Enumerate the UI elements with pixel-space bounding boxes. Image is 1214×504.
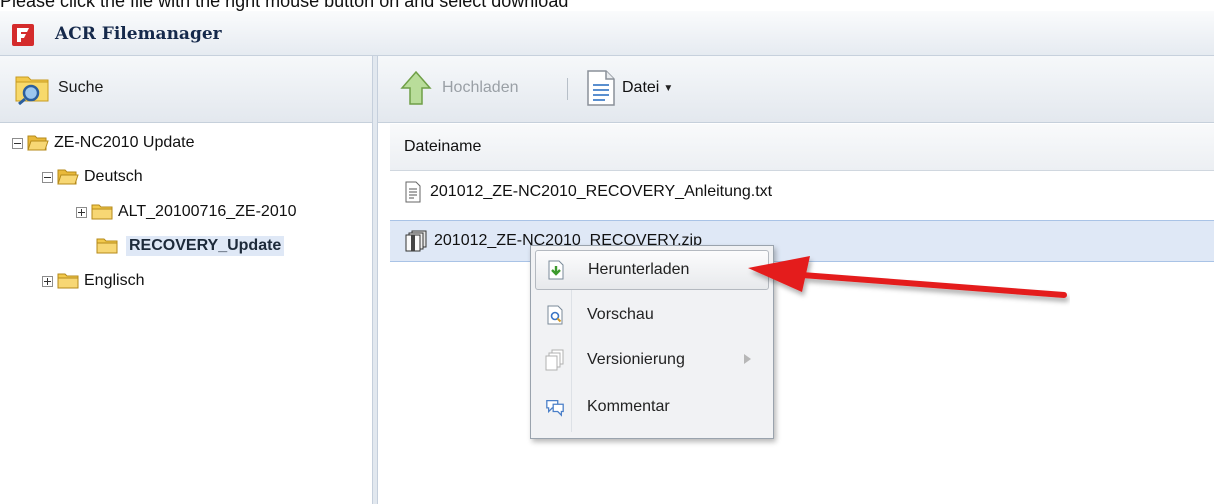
menu-item-label: Kommentar	[587, 398, 670, 415]
toolbar-separator	[567, 78, 568, 100]
document-icon	[587, 70, 615, 106]
collapse-icon[interactable]	[12, 137, 23, 149]
expand-icon[interactable]	[42, 275, 53, 287]
file-menu-button[interactable]: Datei ▼	[584, 66, 673, 110]
menu-item-download[interactable]: Herunterladen	[535, 250, 769, 290]
tree-label: ZE-NC2010 Update	[54, 134, 195, 151]
expand-icon[interactable]	[76, 206, 87, 218]
annotation-arrow-icon	[748, 256, 1067, 298]
column-header-filename[interactable]: Dateiname	[404, 138, 481, 156]
app-title: ACR Filemanager	[55, 24, 222, 44]
search-folder-icon	[15, 76, 49, 105]
tree-label-selected: RECOVERY_Update	[126, 236, 285, 256]
file-name: 201012_ZE-NC2010_RECOVERY_Anleitung.txt	[430, 183, 773, 200]
left-toolbar: Suche	[0, 56, 372, 123]
submenu-arrow-icon	[744, 354, 751, 364]
open-folder-icon	[27, 135, 49, 151]
instruction-text: Please click the file with the right mou…	[0, 0, 569, 11]
panel-splitter[interactable]	[372, 56, 378, 504]
comment-icon	[545, 397, 565, 417]
menu-item-label: Versionierung	[587, 351, 685, 368]
tree-label: ALT_20100716_ZE-2010	[118, 203, 297, 220]
tree-node-root[interactable]: ZE-NC2010 Update	[12, 131, 198, 155]
download-icon	[546, 260, 566, 280]
file-grid-header: Dateiname	[390, 124, 1214, 171]
text-file-icon	[405, 181, 421, 203]
search-button[interactable]: Suche	[14, 66, 103, 110]
app-logo-icon	[12, 24, 34, 46]
menu-item-label: Herunterladen	[588, 261, 690, 278]
tree-node-alt[interactable]: ALT_20100716_ZE-2010	[76, 200, 300, 224]
menu-item-versioning[interactable]: Versionierung	[535, 340, 769, 380]
versioning-icon	[545, 349, 565, 371]
upload-button[interactable]: Hochladen	[400, 68, 519, 108]
file-row[interactable]: 201012_ZE-NC2010_RECOVERY_Anleitung.txt	[390, 172, 1214, 212]
folder-tree-panel: Suche ZE-NC2010 Update Deutsch ALT_20100…	[0, 56, 373, 504]
tree-label: Deutsch	[84, 168, 143, 185]
window-titlebar: ACR Filemanager	[0, 11, 1214, 56]
file-toolbar: Hochladen Datei ▼	[378, 56, 1214, 123]
menu-item-comment[interactable]: Kommentar	[535, 387, 769, 427]
zip-file-icon	[405, 230, 427, 252]
menu-item-preview[interactable]: Vorschau	[535, 295, 769, 335]
file-menu-label: Datei	[622, 79, 660, 96]
folder-icon	[91, 204, 113, 220]
chevron-down-icon: ▼	[663, 82, 674, 94]
folder-icon	[96, 238, 118, 254]
collapse-icon[interactable]	[42, 171, 53, 183]
folder-icon	[57, 273, 79, 289]
upload-label: Hochladen	[442, 79, 519, 96]
tree-node-deutsch[interactable]: Deutsch	[42, 165, 146, 189]
open-folder-icon	[57, 169, 79, 185]
menu-item-label: Vorschau	[587, 306, 654, 323]
tree-label: Englisch	[84, 272, 145, 289]
preview-icon	[545, 305, 565, 325]
tree-node-englisch[interactable]: Englisch	[42, 269, 147, 293]
upload-arrow-icon	[400, 70, 432, 105]
context-menu: Herunterladen Vorschau Versionierung Kom…	[530, 245, 774, 439]
tree-node-recovery[interactable]: RECOVERY_Update	[96, 234, 285, 258]
search-label: Suche	[58, 79, 104, 96]
